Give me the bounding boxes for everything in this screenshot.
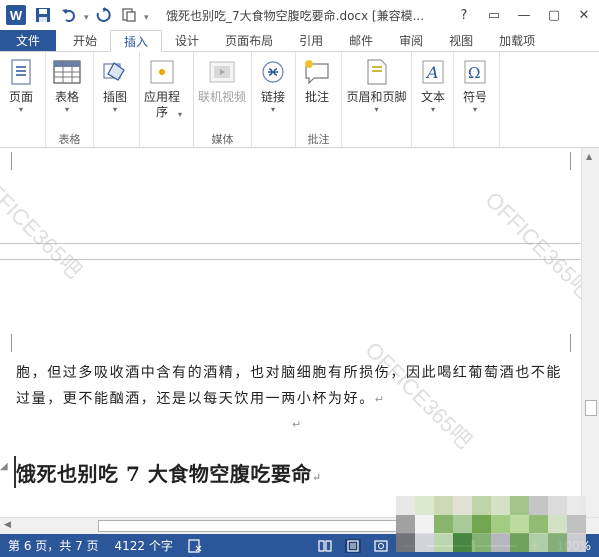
svg-text:A: A [425,63,439,82]
paragraph-mark: ↵ [311,471,322,484]
table-icon [52,58,82,86]
margin-corner-mark [570,152,580,170]
video-icon [207,58,237,86]
tab-add-ins[interactable]: 加载项 [486,30,548,51]
group-label-tables: 表格 [58,133,81,146]
illustration-icon [100,58,130,86]
group-comments: 批注 批注 [296,52,342,147]
link-icon [258,58,288,86]
document-heading[interactable]: 饿死也别吃 7 大食物空腹吃要命↵ [16,458,322,487]
apps-icon [147,58,177,86]
word-count[interactable]: 4122 个字 [107,537,181,554]
text-icon: A [418,58,448,86]
symbol-icon: Ω [460,58,490,86]
maximize-icon[interactable]: ▢ [539,0,569,30]
illustrations-button[interactable]: 插图 ▾ [94,52,136,131]
chevron-down-icon: ▾ [18,105,23,114]
ribbon-display-icon[interactable]: ▭ [479,0,509,30]
comment-icon [302,58,332,86]
chevron-down-icon: ▾ [64,105,69,114]
group-tables: 表格 ▾ 表格 [46,52,94,147]
minimize-icon[interactable]: — [509,0,539,30]
margin-corner-mark [2,334,12,352]
word-icon[interactable]: W [6,5,26,25]
chevron-down-icon: ▾ [270,105,275,114]
document-title: 饿死也别吃_7大食物空腹吃要命.docx [兼容模... [166,8,425,23]
group-pages: 页面 ▾ [0,52,46,147]
chevron-down-icon: ▾ [430,105,435,114]
read-mode-icon[interactable] [317,539,333,553]
page-break-gap [0,244,581,260]
page-count[interactable]: 第 6 页，共 7 页 [0,537,107,554]
table-button[interactable]: 表格 ▾ [46,52,88,131]
quick-access-toolbar: W ▾ ▾ [0,0,152,30]
horizontal-scroll-thumb[interactable] [98,520,398,532]
chevron-down-icon: ▾ [374,105,379,114]
tab-design[interactable]: 设计 [162,30,212,51]
online-video-button[interactable]: 联机视频 [194,52,250,131]
group-header-footer: 页眉和页脚 ▾ [342,52,412,147]
header-footer-button[interactable]: 页眉和页脚 ▾ [342,52,411,131]
tab-references[interactable]: 引用 [286,30,336,51]
close-icon[interactable]: ✕ [569,0,599,30]
group-illustrations: 插图 ▾ [94,52,140,147]
chevron-down-icon: ▾ [178,110,183,119]
group-links: 链接 ▾ [252,52,296,147]
tab-view[interactable]: 视图 [436,30,486,51]
touch-mode-icon[interactable] [118,4,140,26]
scroll-left-icon[interactable]: ◀ [4,520,11,530]
margin-corner-mark [570,334,580,352]
tab-home[interactable]: 开始 [60,30,110,51]
save-icon[interactable] [32,4,54,26]
ribbon: 页面 ▾ 表格 ▾ 表格 插图 ▾ 应用程 序 ▾ 联机视频 媒体 链接 ▾ 批… [0,52,599,148]
group-symbols: Ω 符号 ▾ [454,52,500,147]
header-footer-icon [362,58,392,86]
symbol-button[interactable]: Ω 符号 ▾ [454,52,496,131]
scroll-up-icon[interactable]: ▲ [586,152,592,161]
tab-review[interactable]: 审阅 [386,30,436,51]
apps-button[interactable]: 应用程 序 ▾ [140,52,184,131]
body-paragraph[interactable]: 胞，但过多吸收酒中含有的酒精，也对脑细胞有所损伤，因此喝红葡萄酒也不能过量，更不… [16,360,576,413]
chevron-down-icon: ▾ [472,105,477,114]
undo-icon[interactable] [58,4,80,26]
tab-file[interactable]: 文件 [0,30,57,51]
print-layout-icon[interactable] [344,538,361,553]
help-icon[interactable]: ? [449,0,479,30]
vertical-scroll-thumb[interactable] [585,400,597,416]
group-label-media: 媒体 [211,133,234,146]
pages-button[interactable]: 页面 ▾ [0,52,42,131]
svg-text:Ω: Ω [468,64,480,82]
tab-insert[interactable]: 插入 [110,30,163,52]
group-text: A 文本 ▾ [412,52,454,147]
group-media: 联机视频 媒体 [194,52,252,147]
document-area[interactable]: OFFICE365吧 OFFICE365吧 OFFICE365吧 胞，但过多吸收… [0,148,599,517]
chevron-down-icon: ▾ [112,105,117,114]
mosaic-overlay [396,496,586,552]
customize-qa-icon[interactable]: ▾ [144,4,152,26]
paragraph-mark: ↵ [292,418,302,431]
undo-dropdown-icon[interactable]: ▾ [84,4,92,26]
tab-page-layout[interactable]: 页面布局 [212,30,286,51]
margin-corner-mark [2,152,12,170]
group-label-comments: 批注 [307,133,330,146]
paragraph-mark: ↵ [374,393,386,406]
collapse-heading-icon[interactable]: ◢ [0,461,8,472]
group-apps: 应用程 序 ▾ [140,52,194,147]
new-comment-button[interactable]: 批注 [296,52,338,131]
text-button[interactable]: A 文本 ▾ [412,52,454,131]
vertical-scrollbar[interactable]: ▲ [581,148,599,517]
links-button[interactable]: 链接 ▾ [252,52,294,131]
page-icon [6,58,36,86]
web-layout-icon[interactable] [373,539,389,553]
redo-icon[interactable] [92,4,114,26]
title-bar: W ▾ ▾ 饿死也别吃_7大食物空腹吃要命.docx [兼容模... ? ▭ —… [0,0,599,30]
tab-mailings[interactable]: 邮件 [336,30,386,51]
ribbon-tabs: 文件 开始 插入 设计 页面布局 引用 邮件 审阅 视图 加载项 [0,30,599,52]
proofing-icon[interactable] [187,538,203,553]
